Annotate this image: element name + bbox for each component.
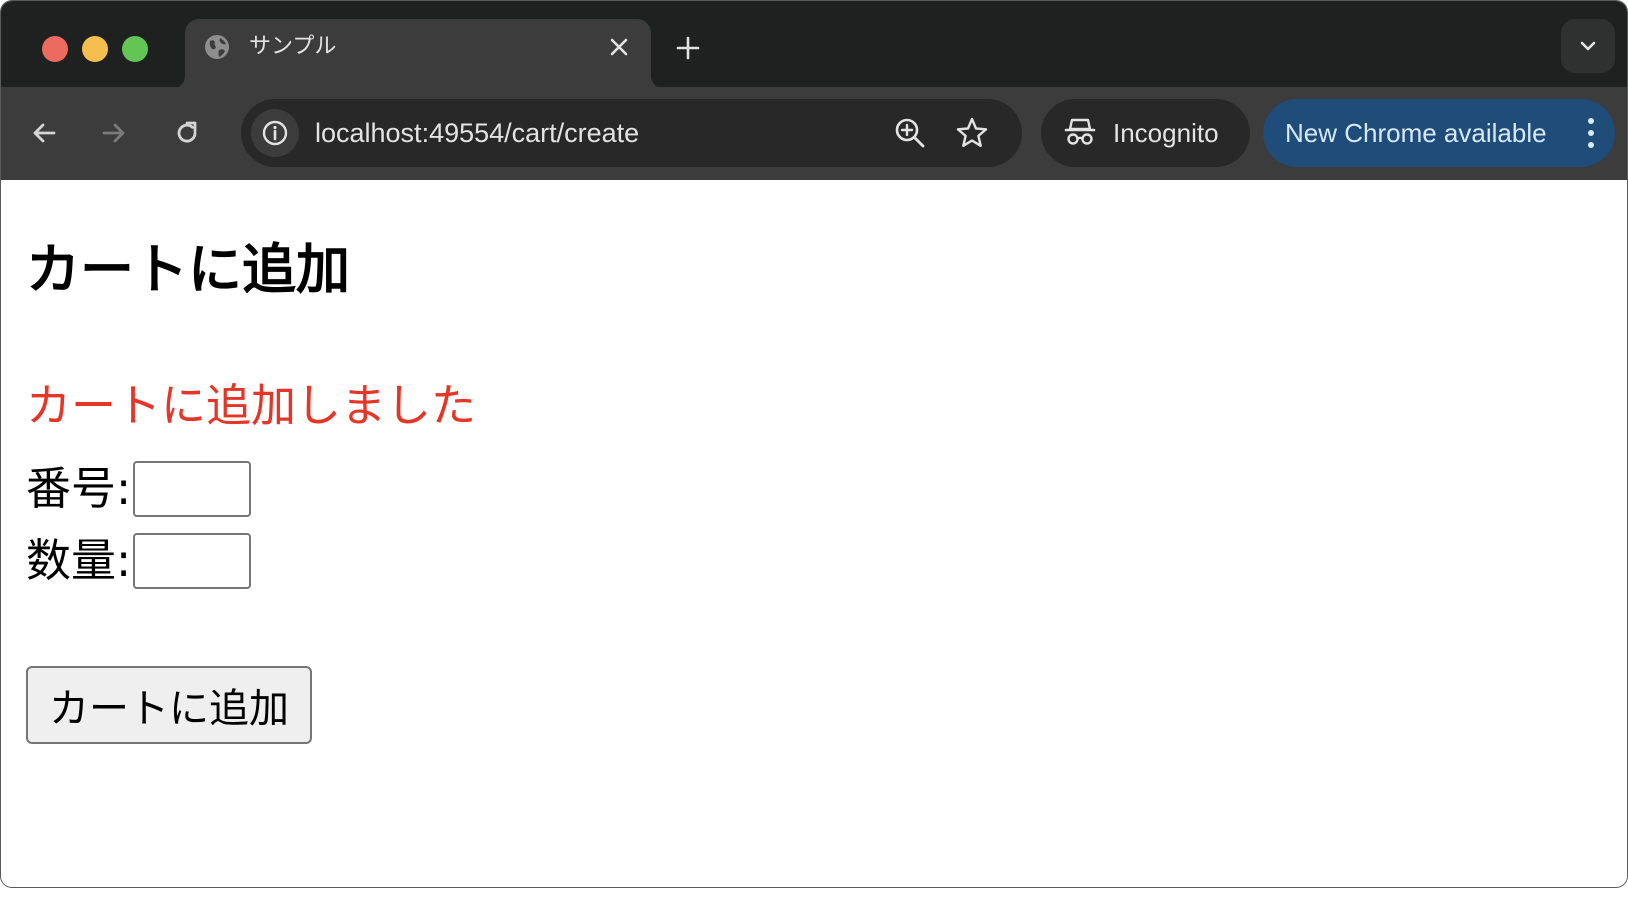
reload-button[interactable] bbox=[167, 113, 207, 153]
close-icon[interactable] bbox=[607, 35, 631, 59]
info-icon bbox=[262, 120, 288, 146]
page-title: カートに追加 bbox=[26, 238, 350, 301]
site-info-button[interactable] bbox=[251, 109, 299, 157]
minimize-window-button[interactable] bbox=[82, 36, 108, 62]
success-message: カートに追加しました bbox=[26, 379, 477, 432]
plus-icon[interactable] bbox=[673, 33, 703, 63]
update-label: New Chrome available bbox=[1285, 118, 1547, 148]
number-row: 番号: bbox=[26, 458, 252, 520]
number-label: 番号: bbox=[26, 462, 132, 515]
forward-arrow-icon bbox=[102, 123, 125, 143]
back-button[interactable] bbox=[24, 113, 64, 153]
tab-search-button[interactable] bbox=[1561, 19, 1615, 73]
quantity-row: 数量: bbox=[26, 530, 252, 592]
browser-window: サンプル localhost:49554/cart/create Incogni… bbox=[0, 0, 1628, 888]
page-content: カートに追加 カートに追加しました 番号: 数量: カートに追加 bbox=[1, 180, 1627, 887]
star-icon[interactable] bbox=[954, 115, 990, 151]
incognito-icon bbox=[1064, 118, 1096, 145]
forward-button[interactable] bbox=[94, 113, 134, 153]
zoom-in-icon[interactable] bbox=[892, 115, 928, 151]
tab-active[interactable]: サンプル bbox=[171, 19, 665, 89]
address-bar[interactable]: localhost:49554/cart/create bbox=[241, 99, 1022, 167]
globe-icon bbox=[203, 33, 231, 61]
incognito-indicator[interactable]: Incognito bbox=[1041, 99, 1250, 167]
url-text[interactable]: localhost:49554/cart/create bbox=[315, 117, 639, 149]
title-bar: サンプル bbox=[1, 1, 1627, 89]
quantity-label: 数量: bbox=[26, 534, 132, 587]
add-to-cart-button[interactable]: カートに追加 bbox=[26, 666, 312, 744]
chevron-down-icon bbox=[1580, 41, 1596, 51]
reload-icon bbox=[177, 121, 197, 143]
quantity-input[interactable] bbox=[133, 533, 252, 589]
incognito-label: Incognito bbox=[1113, 118, 1219, 148]
more-vertical-icon[interactable] bbox=[1585, 115, 1597, 151]
tab-title: サンプル bbox=[249, 34, 337, 59]
number-input[interactable] bbox=[133, 461, 252, 517]
toolbar: localhost:49554/cart/create Incognito Ne… bbox=[1, 87, 1627, 180]
maximize-window-button[interactable] bbox=[122, 36, 148, 62]
new-chrome-available-button[interactable]: New Chrome available bbox=[1263, 99, 1615, 167]
back-arrow-icon bbox=[33, 123, 56, 143]
close-window-button[interactable] bbox=[42, 36, 68, 62]
